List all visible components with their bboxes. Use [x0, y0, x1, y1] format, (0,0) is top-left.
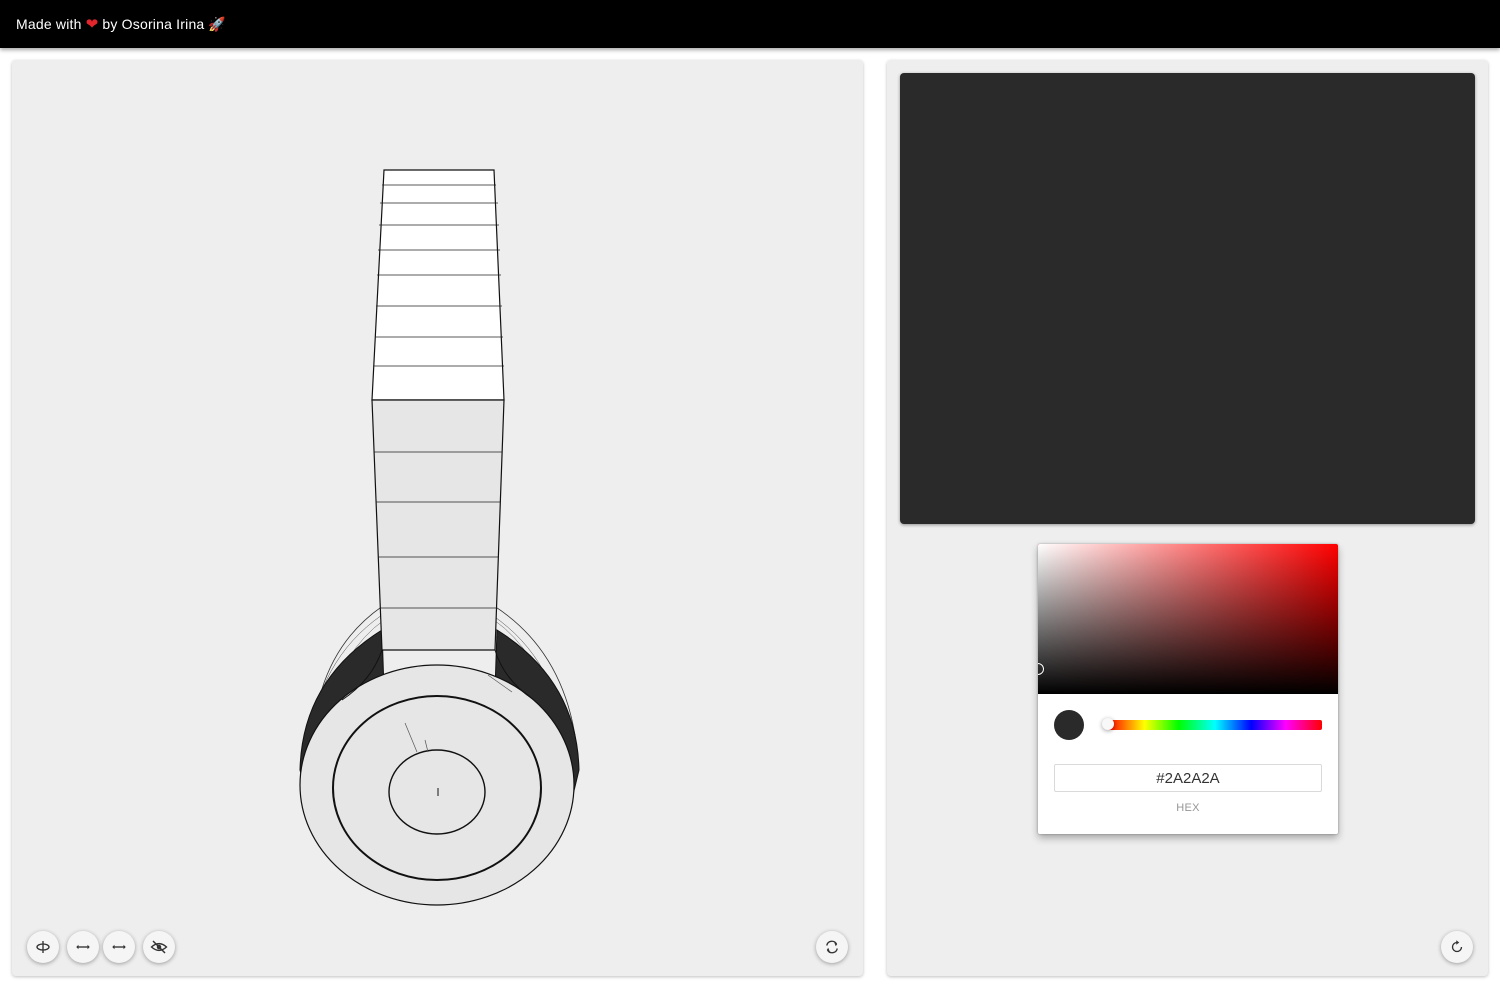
eye-off-icon: [150, 940, 168, 954]
horizontal-arrows-icon: [76, 944, 90, 950]
saturation-area[interactable]: [1038, 544, 1338, 694]
refresh-icon: [1451, 940, 1463, 953]
color-preview: [900, 73, 1475, 524]
credit-prefix: Made with: [16, 16, 82, 32]
color-picker: hex: [1038, 544, 1338, 834]
heart-icon: ❤: [85, 16, 99, 33]
pan-horizontal-button[interactable]: [67, 931, 99, 963]
rotate-tool-button[interactable]: [27, 931, 59, 963]
sync-icon: [826, 940, 838, 954]
toggle-visibility-button[interactable]: [143, 931, 175, 963]
rotate-axis-icon: [36, 941, 50, 953]
top-bar: Made with ❤ by Osorina Irina 🚀: [0, 0, 1500, 48]
reset-view-button[interactable]: [816, 931, 848, 963]
horizontal-arrows-icon: [112, 944, 126, 950]
credit-author: by Osorina Irina: [102, 16, 205, 32]
model-viewer-panel[interactable]: [12, 60, 863, 976]
reset-color-button[interactable]: [1441, 931, 1473, 963]
move-horizontal-button[interactable]: [103, 931, 135, 963]
hex-label: hex: [1176, 802, 1200, 814]
hue-slider-handle[interactable]: [1102, 718, 1114, 730]
hue-slider[interactable]: [1102, 718, 1322, 730]
hex-input[interactable]: [1054, 764, 1322, 792]
rocket-icon: 🚀: [208, 15, 227, 32]
color-panel: hex: [887, 60, 1488, 976]
current-color-swatch: [1054, 710, 1084, 740]
headphone-3d-model[interactable]: [12, 60, 863, 976]
